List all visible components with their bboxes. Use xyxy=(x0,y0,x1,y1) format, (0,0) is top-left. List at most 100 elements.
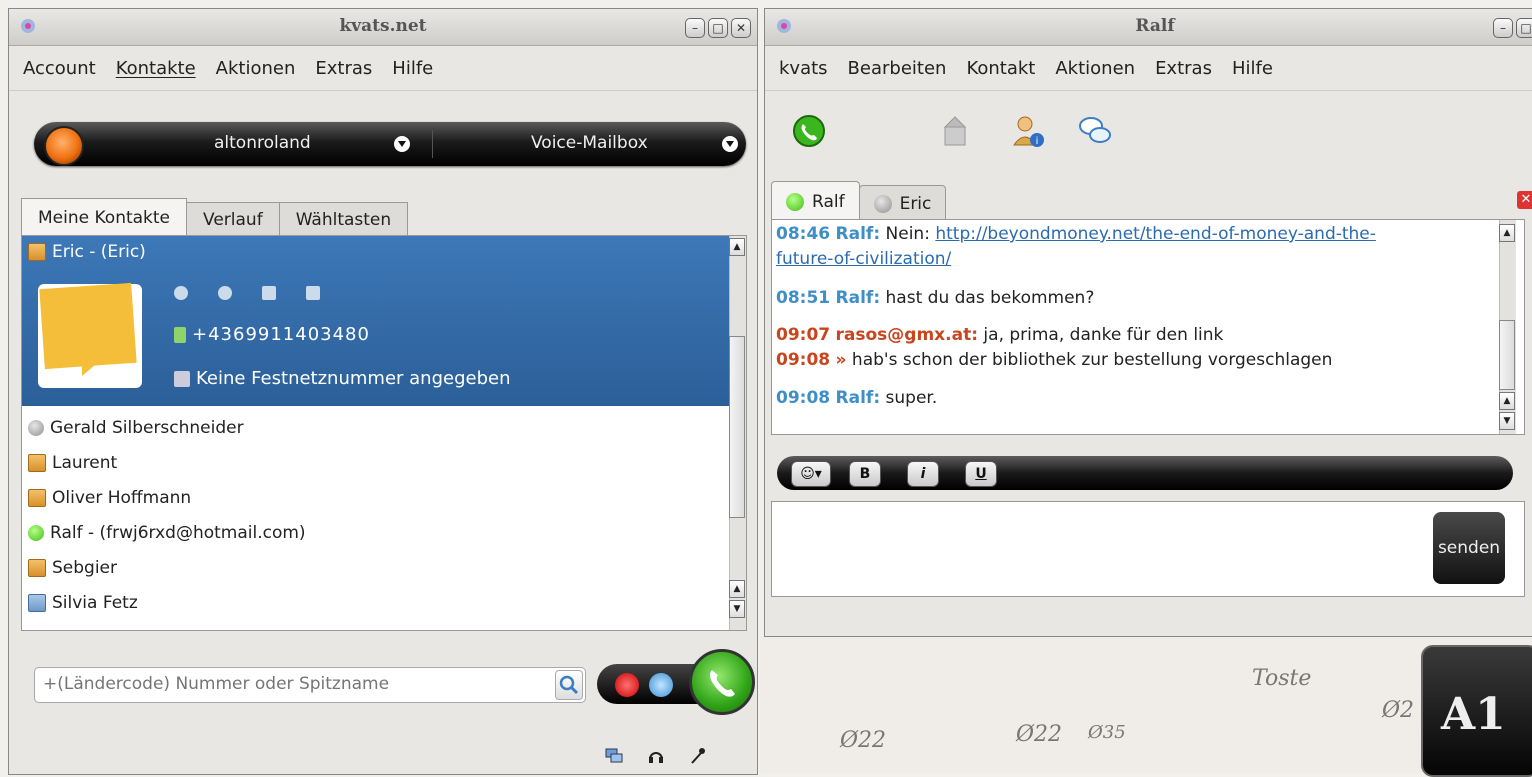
menu-hilfe[interactable]: Hilfe xyxy=(1232,58,1273,79)
window-title: kvats.net xyxy=(339,16,427,36)
chat-icon[interactable] xyxy=(218,286,232,300)
send-file-icon[interactable] xyxy=(306,286,320,300)
gray-status-icon xyxy=(873,195,892,213)
tab-ralf[interactable]: Ralf xyxy=(771,181,860,222)
chat-log: 08:46 Ralf: Nein: http://beyondmoney.net… xyxy=(771,219,1525,435)
list-item[interactable]: Oliver Hoffmann xyxy=(22,480,730,515)
list-item[interactable]: Laurent xyxy=(22,445,730,480)
scroll-up-icon[interactable]: ▲ xyxy=(729,238,745,256)
chat-message: 09:08 » hab's schon der bibliothek zur b… xyxy=(776,350,1333,370)
chat-message: 09:07 rasos@gmx.at: ja, prima, danke für… xyxy=(776,325,1224,345)
contact-card-icon xyxy=(28,453,46,472)
headset-icon[interactable] xyxy=(647,747,665,765)
menu-kvats[interactable]: kvats xyxy=(779,58,828,79)
message-link[interactable]: http://beyondmoney.net/the-end-of-money-… xyxy=(935,224,1376,244)
call-button[interactable] xyxy=(689,649,755,715)
scrollbar[interactable]: ▲ ▲ ▼ xyxy=(729,236,746,630)
scrollbar[interactable]: ▲ ▲ ▼ xyxy=(1499,220,1516,434)
menu-account[interactable]: Account xyxy=(23,58,96,79)
list-item[interactable]: Silvia Fetz xyxy=(22,585,730,620)
sketch-text: Ø22 xyxy=(1016,722,1063,747)
format-toolbar: ☺▾ B i U xyxy=(777,456,1513,490)
menu-aktionen[interactable]: Aktionen xyxy=(1055,58,1135,79)
contact-tabs: Meine Kontakte Verlauf Wähltasten xyxy=(21,198,409,237)
scroll-up-icon[interactable]: ▲ xyxy=(729,580,745,598)
minimize-button[interactable]: – xyxy=(685,18,705,38)
menu-kontakt[interactable]: Kontakt xyxy=(966,58,1035,79)
message-link[interactable]: future-of-civilization/ xyxy=(776,249,951,269)
selected-contact[interactable]: Eric - (Eric) +4369911403480 Keine Festn… xyxy=(22,236,730,406)
scroll-down-icon[interactable]: ▼ xyxy=(1499,412,1515,430)
bold-button[interactable]: B xyxy=(849,461,881,487)
call-icon[interactable] xyxy=(174,286,188,300)
status-orb-icon[interactable] xyxy=(44,126,84,166)
scroll-down-icon[interactable]: ▼ xyxy=(729,600,745,618)
account-name[interactable]: altonroland xyxy=(214,133,311,153)
voicemail-label[interactable]: Voice-Mailbox xyxy=(531,133,648,153)
tab-waehltasten[interactable]: Wähltasten xyxy=(278,202,409,237)
close-tab-icon[interactable]: ✕ xyxy=(1517,191,1532,209)
scroll-up-icon[interactable]: ▲ xyxy=(1499,224,1515,242)
menu-kontakte[interactable]: Kontakte xyxy=(116,58,196,79)
sketch-text: Ø22 xyxy=(840,728,887,753)
tab-eric[interactable]: Eric xyxy=(858,185,947,222)
tab-verlauf[interactable]: Verlauf xyxy=(186,202,280,237)
divider xyxy=(432,130,433,158)
search-input[interactable] xyxy=(41,668,545,700)
search-field[interactable] xyxy=(34,667,586,703)
scroll-up-icon[interactable]: ▲ xyxy=(1499,392,1515,410)
windows-icon[interactable] xyxy=(605,747,623,765)
list-item[interactable]: Ralf - (frwj6rxd@hotmail.com) xyxy=(22,515,730,550)
menu-bearbeiten[interactable]: Bearbeiten xyxy=(848,58,947,79)
send-file-icon[interactable] xyxy=(937,113,973,149)
a1-logo: A1 xyxy=(1421,645,1532,777)
italic-button[interactable]: i xyxy=(907,461,939,487)
scroll-thumb[interactable] xyxy=(729,336,745,518)
maximize-button[interactable]: □ xyxy=(1516,18,1532,38)
list-item[interactable]: Gerald Silberschneider xyxy=(22,410,730,445)
search-icon[interactable] xyxy=(555,670,583,700)
phone-number[interactable]: +4369911403480 xyxy=(192,324,370,345)
green-status-icon xyxy=(28,524,44,541)
minimize-button[interactable]: – xyxy=(1493,18,1513,38)
menu-aktionen[interactable]: Aktionen xyxy=(216,58,296,79)
list-item[interactable]: Sebgier xyxy=(22,550,730,585)
contact-info-icon[interactable]: i xyxy=(1010,113,1046,149)
chat-bubbles-icon[interactable] xyxy=(1077,113,1113,149)
edit-contact-icon[interactable] xyxy=(262,286,276,300)
contact-card-icon xyxy=(28,488,46,507)
message-input[interactable] xyxy=(771,501,1525,597)
menu-extras[interactable]: Extras xyxy=(1155,58,1212,79)
emoticon-icon[interactable]: ☺▾ xyxy=(791,461,831,487)
menu-bar: kvats Bearbeiten Kontakt Aktionen Extras… xyxy=(765,46,1532,91)
main-window: kvats.net – □ ✕ Account Kontakte Aktione… xyxy=(8,8,758,775)
chat-window: Ralf – □ ✕ kvats Bearbeiten Kontakt Akti… xyxy=(764,8,1532,637)
contact-list: Eric - (Eric) +4369911403480 Keine Festn… xyxy=(21,235,747,631)
underline-button[interactable]: U xyxy=(965,461,997,487)
maximize-button[interactable]: □ xyxy=(708,18,728,38)
title-bar: Ralf – □ ✕ xyxy=(765,9,1532,46)
desktop-background: Ø22 Ø22 Ø35 Toste Ø2 xyxy=(760,636,1532,773)
window-title: Ralf xyxy=(1135,16,1175,36)
close-button[interactable]: ✕ xyxy=(731,18,751,38)
menu-hilfe[interactable]: Hilfe xyxy=(392,58,433,79)
call-icon[interactable] xyxy=(791,113,827,149)
menu-extras[interactable]: Extras xyxy=(315,58,372,79)
account-bar: altonroland Voice-Mailbox xyxy=(34,122,746,166)
contact-card-icon xyxy=(28,243,46,261)
microphone-icon[interactable] xyxy=(689,747,707,765)
voicemail-dropdown-icon[interactable] xyxy=(722,136,738,152)
hangup-icon[interactable] xyxy=(615,673,639,697)
sketch-text: Toste xyxy=(1252,666,1312,691)
chat-bubble-icon[interactable] xyxy=(649,673,673,697)
send-button[interactable]: senden xyxy=(1433,512,1505,584)
account-dropdown-icon[interactable] xyxy=(394,136,410,152)
chat-toolbar: i xyxy=(765,91,1532,171)
title-bar: kvats.net – □ ✕ xyxy=(9,9,757,46)
svg-text:i: i xyxy=(1036,136,1039,147)
chat-message: 09:08 Ralf: super. xyxy=(776,388,938,408)
contact-card-blue-icon xyxy=(28,593,46,612)
tab-meine-kontakte[interactable]: Meine Kontakte xyxy=(21,198,188,237)
scroll-thumb[interactable] xyxy=(1499,320,1515,390)
selected-contact-name: Eric - (Eric) xyxy=(52,242,146,262)
